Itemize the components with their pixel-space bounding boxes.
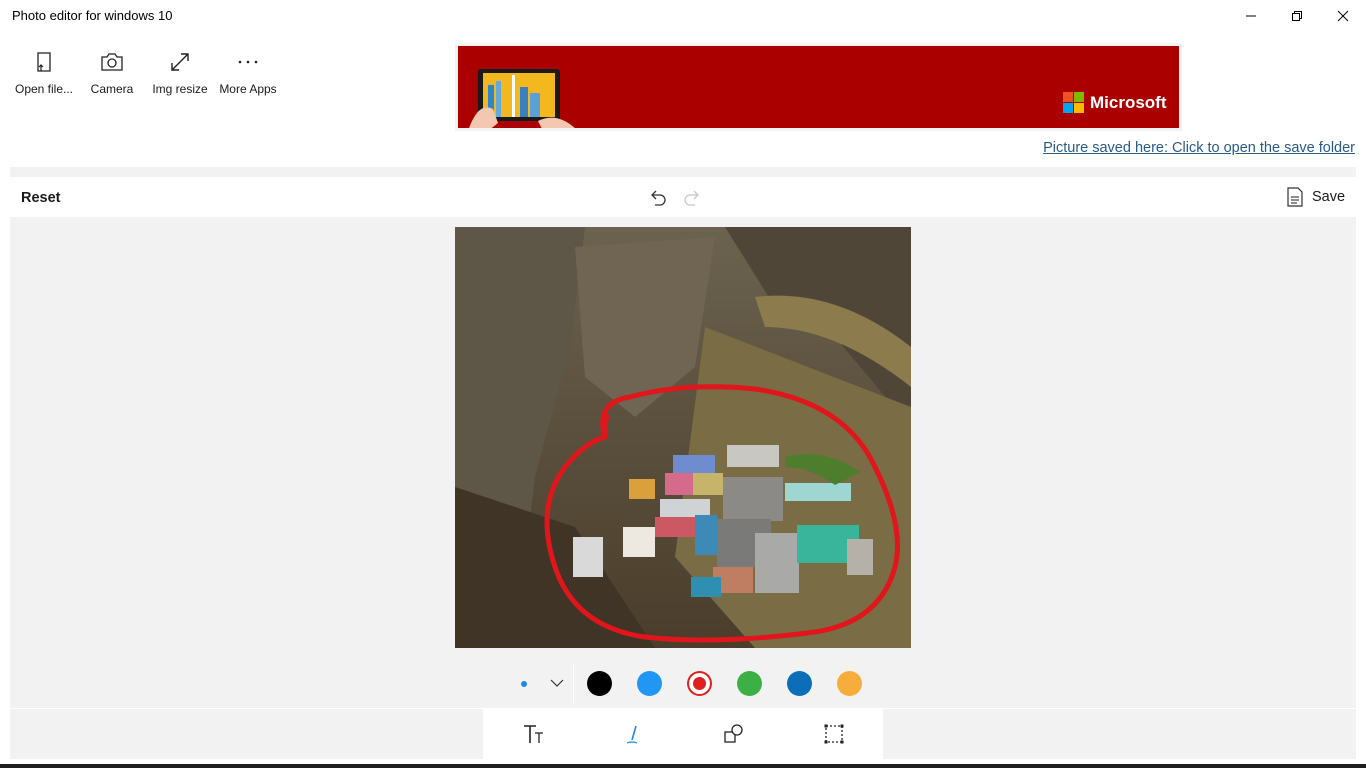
text-icon	[524, 725, 543, 743]
microsoft-brand-text: Microsoft	[1090, 93, 1167, 112]
color-swatch-orange[interactable]	[837, 671, 862, 696]
undo-button[interactable]	[648, 188, 668, 208]
title-bar: Photo editor for windows 10	[0, 0, 1366, 32]
brush-size-dot[interactable]	[521, 681, 527, 687]
save-button[interactable]: Save	[1286, 187, 1345, 207]
shapes-icon	[724, 724, 743, 743]
microsoft-logo-icon	[1063, 92, 1084, 113]
crop-icon	[824, 724, 844, 744]
more-apps-label: More Apps	[219, 82, 277, 96]
ad-banner-content[interactable]: Microsoft	[458, 46, 1179, 128]
minimize-icon	[1246, 15, 1256, 17]
camera-label: Camera	[90, 82, 134, 96]
save-label: Save	[1312, 189, 1346, 205]
minimize-button[interactable]	[1228, 0, 1274, 32]
color-swatch-blue[interactable]	[637, 671, 662, 696]
open-file-icon	[37, 52, 51, 72]
selected-color-dot	[693, 677, 706, 690]
ad-banner[interactable]: Microsoft	[455, 43, 1182, 131]
pen-icon	[626, 725, 638, 744]
editor-command-bar: Reset Save	[10, 177, 1356, 217]
undo-icon	[651, 190, 666, 206]
editor-top-strip	[10, 167, 1356, 177]
text-tool-button[interactable]	[521, 721, 547, 747]
open-file-label: Open file...	[14, 82, 74, 96]
crop-tool-button[interactable]	[821, 721, 847, 747]
color-swatch-black[interactable]	[587, 671, 612, 696]
tool-strip	[483, 709, 883, 759]
save-icon	[1287, 187, 1303, 207]
color-swatch-green[interactable]	[737, 671, 762, 696]
redo-icon	[684, 190, 699, 206]
camera-icon	[101, 53, 123, 71]
img-resize-button[interactable]: Img resize	[148, 50, 212, 102]
color-swatch-red-selected[interactable]	[687, 671, 712, 696]
color-swatch-dark-blue[interactable]	[787, 671, 812, 696]
more-apps-button[interactable]: More Apps	[216, 50, 280, 102]
window-title: Photo editor for windows 10	[12, 8, 173, 23]
chevron-down-icon	[550, 679, 564, 687]
restore-button[interactable]	[1274, 0, 1320, 32]
close-button[interactable]	[1320, 0, 1366, 32]
close-icon	[1337, 10, 1349, 22]
reset-button[interactable]: Reset	[21, 190, 61, 206]
tablet-illustration	[469, 69, 575, 128]
pen-tool-button[interactable]	[621, 721, 647, 747]
open-file-button[interactable]: Open file...	[10, 50, 78, 102]
edited-photo[interactable]	[455, 227, 911, 648]
photo-canvas[interactable]	[455, 227, 911, 648]
camera-button[interactable]: Camera	[84, 50, 140, 102]
taskbar-edge	[0, 764, 1366, 768]
restore-icon	[1292, 11, 1302, 21]
canvas-area	[10, 217, 1356, 660]
resize-icon	[171, 53, 189, 71]
shapes-tool-button[interactable]	[721, 721, 747, 747]
more-icon	[238, 60, 258, 64]
img-resize-label: Img resize	[152, 82, 208, 96]
microsoft-logo: Microsoft	[1063, 92, 1167, 114]
tool-area	[10, 709, 1356, 759]
palette-divider	[573, 664, 574, 704]
save-folder-link[interactable]: Picture saved here: Click to open the sa…	[1043, 140, 1355, 156]
brush-size-dropdown[interactable]	[549, 675, 565, 691]
redo-button[interactable]	[682, 188, 702, 208]
color-palette-bar	[10, 660, 1356, 708]
